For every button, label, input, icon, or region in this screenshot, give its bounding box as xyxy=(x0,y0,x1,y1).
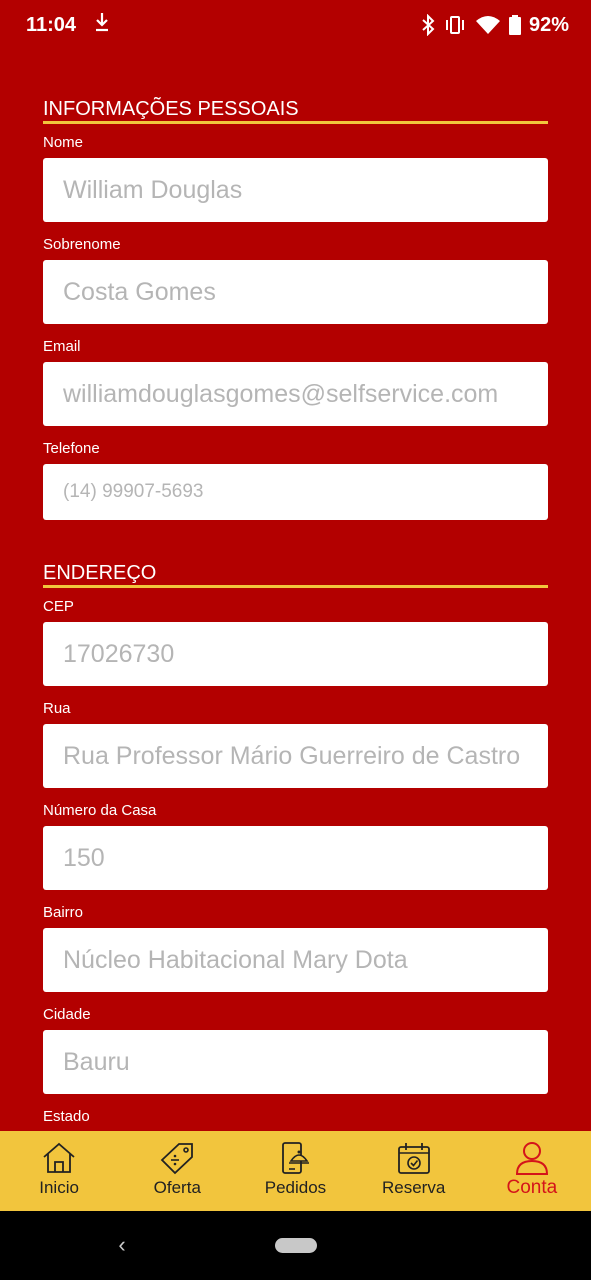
telefone-input[interactable]: (14) 99907-5693 xyxy=(43,464,548,520)
nav-label-inicio: Inicio xyxy=(39,1178,79,1197)
nav-label-oferta: Oferta xyxy=(153,1178,201,1197)
rua-label: Rua xyxy=(43,700,71,717)
bairro-label: Bairro xyxy=(43,904,84,921)
telefone-label: Telefone xyxy=(43,440,100,457)
bottom-nav: Inicio Oferta Pedidos Reserva Conta xyxy=(0,1131,591,1211)
status-bar: 11:04 92% xyxy=(0,0,591,50)
nav-item-pedidos[interactable]: Pedidos xyxy=(236,1131,354,1211)
nav-item-reserva[interactable]: Reserva xyxy=(355,1131,473,1211)
vibrate-icon xyxy=(443,15,467,35)
numero-label: Número da Casa xyxy=(43,802,157,819)
nav-label-conta: Conta xyxy=(506,1177,558,1198)
home-button[interactable] xyxy=(275,1238,317,1253)
cep-input[interactable]: 17026730 xyxy=(43,622,548,686)
bairro-input[interactable]: Núcleo Habitacional Mary Dota xyxy=(43,928,548,992)
sobrenome-label: Sobrenome xyxy=(43,236,121,253)
wifi-icon xyxy=(475,15,501,35)
email-input[interactable]: williamdouglasgomes@selfservice.com xyxy=(43,362,548,426)
numero-input[interactable]: 150 xyxy=(43,826,548,890)
cidade-label: Cidade xyxy=(43,1006,91,1023)
status-time: 11:04 xyxy=(26,13,77,36)
bluetooth-icon xyxy=(421,14,435,36)
nav-label-pedidos: Pedidos xyxy=(264,1178,327,1197)
cep-label: CEP xyxy=(43,598,74,615)
user-icon xyxy=(514,1141,550,1177)
nav-item-oferta[interactable]: Oferta xyxy=(118,1131,236,1211)
nome-label: Nome xyxy=(43,134,84,151)
address-section-title: ENDEREÇO xyxy=(43,560,548,588)
account-form: INFORMAÇÕES PESSOAIS Nome William Dougla… xyxy=(43,96,548,1202)
estado-label: Estado xyxy=(43,1108,90,1125)
cidade-input[interactable]: Bauru xyxy=(43,1030,548,1094)
rua-input[interactable]: Rua Professor Mário Guerreiro de Castro xyxy=(43,724,548,788)
phone-order-icon xyxy=(277,1141,313,1177)
nav-label-reserva: Reserva xyxy=(382,1178,446,1197)
battery-percent: 92% xyxy=(528,13,569,36)
nome-input[interactable]: William Douglas xyxy=(43,158,548,222)
battery-icon xyxy=(508,15,521,35)
nav-item-inicio[interactable]: Inicio xyxy=(0,1131,118,1211)
nav-item-conta[interactable]: Conta xyxy=(473,1131,591,1211)
home-icon xyxy=(41,1141,77,1177)
personal-section-title: INFORMAÇÕES PESSOAIS xyxy=(43,96,548,124)
back-button[interactable]: ‹ xyxy=(112,1233,132,1257)
download-icon xyxy=(94,11,110,39)
email-label: Email xyxy=(43,338,81,355)
sobrenome-input[interactable]: Costa Gomes xyxy=(43,260,548,324)
price-tag-icon xyxy=(159,1141,195,1177)
calendar-icon xyxy=(396,1141,432,1177)
system-nav-bar: ‹ xyxy=(0,1211,591,1280)
